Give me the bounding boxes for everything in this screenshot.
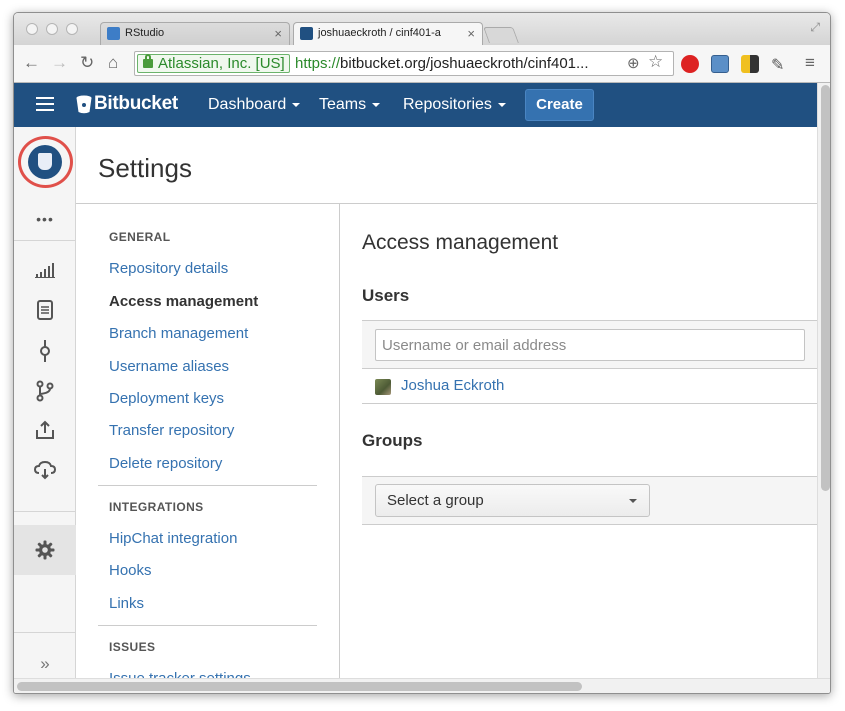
group-select-label: Select a group (387, 492, 484, 509)
adblock-extension-icon[interactable] (681, 55, 699, 73)
chevron-down-icon (292, 102, 301, 107)
home-button[interactable]: ⌂ (108, 53, 118, 73)
tab-rstudio[interactable]: RStudio × (100, 22, 290, 45)
nav-links[interactable]: Links (109, 595, 144, 612)
cloud-download-icon[interactable] (14, 460, 76, 484)
pin-extension-icon[interactable]: ✎ (771, 55, 789, 74)
username-search-input[interactable] (375, 329, 805, 361)
overview-icon[interactable] (14, 261, 76, 285)
app-logo[interactable]: Bitbucket (94, 93, 178, 115)
rail-divider (14, 240, 76, 241)
vertical-scrollbar[interactable] (817, 83, 830, 678)
horizontal-scrollbar[interactable] (14, 678, 830, 693)
nav-hipchat-integration[interactable]: HipChat integration (109, 530, 237, 547)
scrollbar-thumb[interactable] (821, 85, 830, 491)
tab-strip: RStudio × joshuaeckroth / cinf401-a × ⤢ (14, 13, 830, 46)
more-icon[interactable]: ••• (14, 211, 76, 227)
browser-window: RStudio × joshuaeckroth / cinf401-a × ⤢ … (13, 12, 831, 694)
branches-icon[interactable] (14, 380, 76, 404)
nav-transfer-repository[interactable]: Transfer repository (109, 422, 234, 439)
bitbucket-favicon-icon (300, 27, 313, 40)
bitbucket-logo-icon (76, 95, 92, 114)
minimize-window-button[interactable] (46, 23, 58, 35)
nav-deployment-keys[interactable]: Deployment keys (109, 390, 224, 407)
scrollbar-thumb[interactable] (17, 682, 582, 691)
reload-button[interactable]: ↻ (80, 53, 94, 73)
nav-hooks[interactable]: Hooks (109, 562, 152, 579)
lock-icon (143, 54, 153, 68)
group-select[interactable]: Select a group (375, 484, 650, 517)
close-window-button[interactable] (26, 23, 38, 35)
nav-access-management[interactable]: Access management (109, 293, 258, 310)
phone-extension-icon[interactable] (741, 55, 759, 73)
new-tab-button[interactable] (483, 27, 519, 43)
create-button[interactable]: Create (525, 89, 594, 121)
source-icon[interactable] (14, 300, 76, 324)
tab-title: joshuaeckroth / cinf401-a (318, 27, 441, 39)
chevron-down-icon (372, 102, 381, 107)
repositories-menu[interactable]: Repositories (403, 96, 506, 114)
users-heading: Users (362, 286, 410, 305)
page-title: Settings (98, 153, 192, 183)
upload-icon[interactable] (14, 420, 76, 444)
nav-divider (98, 625, 317, 626)
expand-sidebar-icon[interactable]: » (14, 654, 76, 674)
url-text[interactable]: https://bitbucket.org/joshuaeckroth/cinf… (295, 54, 589, 73)
teams-menu[interactable]: Teams (319, 96, 381, 114)
nav-username-aliases[interactable]: Username aliases (109, 358, 229, 375)
browser-toolbar: ← → ↻ ⌂ Atlassian, Inc. [US] https://bit… (14, 45, 830, 83)
repo-sidebar: ••• » (14, 127, 76, 678)
tab-close-icon[interactable]: × (274, 26, 282, 41)
gear-icon (35, 540, 55, 560)
chevron-down-icon (629, 499, 637, 503)
settings-rail-item[interactable] (14, 525, 76, 575)
nav-branch-management[interactable]: Branch management (109, 325, 248, 342)
chevron-down-icon (497, 102, 506, 107)
settings-nav: GENERAL Repository details Access manage… (76, 204, 340, 687)
nav-heading-issues: ISSUES (109, 640, 156, 654)
bookmark-star-icon[interactable]: ☆ (648, 52, 663, 72)
zoom-icon[interactable]: ⊕ (627, 54, 640, 72)
nav-delete-repository[interactable]: Delete repository (109, 455, 222, 472)
rail-divider (14, 632, 76, 633)
avatar (375, 379, 391, 395)
forward-button[interactable]: → (51, 53, 68, 73)
ev-certificate-badge[interactable]: Atlassian, Inc. [US] (137, 54, 290, 73)
ev-label: Atlassian, Inc. [US] (158, 55, 285, 72)
back-button[interactable]: ← (23, 53, 40, 73)
rstudio-favicon-icon (107, 27, 120, 40)
nav-divider (98, 485, 317, 486)
menu-icon[interactable]: ≡ (805, 53, 815, 73)
groups-heading: Groups (362, 431, 423, 450)
nav-heading-integrations: INTEGRATIONS (109, 500, 204, 514)
commits-icon[interactable] (14, 340, 76, 364)
tab-bitbucket[interactable]: joshuaeckroth / cinf401-a × (293, 22, 483, 46)
zoom-window-button[interactable] (66, 23, 78, 35)
highlight-annotation (18, 136, 73, 188)
nav-repository-details[interactable]: Repository details (109, 260, 228, 277)
tab-title: RStudio (125, 27, 165, 39)
fullscreen-icon[interactable]: ⤢ (810, 20, 820, 35)
section-title: Access management (362, 231, 559, 254)
user-row: Joshua Eckroth (362, 369, 817, 404)
bookmark-extension-icon[interactable] (711, 55, 729, 73)
tab-close-icon[interactable]: × (467, 26, 475, 41)
hamburger-menu-icon[interactable] (36, 97, 54, 111)
nav-heading-general: GENERAL (109, 230, 171, 244)
address-bar[interactable]: Atlassian, Inc. [US] https://bitbucket.o… (134, 51, 674, 76)
dashboard-menu[interactable]: Dashboard (208, 96, 301, 114)
rail-divider (14, 511, 76, 512)
user-name-link[interactable]: Joshua Eckroth (401, 377, 504, 394)
app-header: Bitbucket Dashboard Teams Repositories C… (14, 83, 817, 127)
